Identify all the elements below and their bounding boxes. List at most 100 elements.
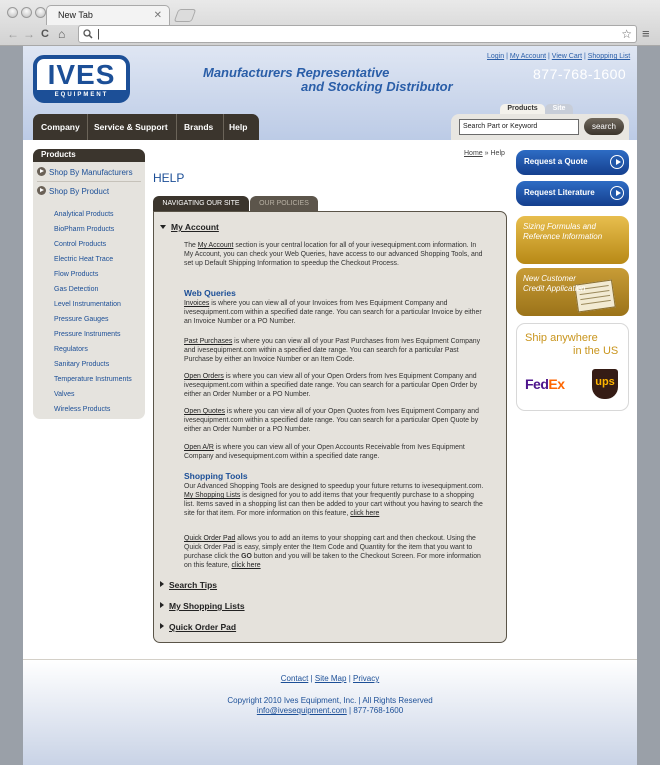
arrow-circle-icon [37,186,46,195]
section-search-tips-heading: Search Tips [169,580,218,590]
request-quote-button[interactable]: Request a Quote [516,150,629,175]
sidebar-item-sanitary[interactable]: Sanitary Products [54,357,144,372]
sidebar-title: Products [33,149,145,162]
past-purchases-link[interactable]: Past Purchases [184,338,232,345]
quick-order-click-here-link[interactable]: click here [232,562,261,569]
nav-divider [176,114,177,140]
request-literature-button[interactable]: Request Literature [516,181,629,206]
sidebar-item-heat-trace[interactable]: Electric Heat Trace [54,252,144,267]
browser-chrome: New Tab ✕ ← → C ⌂ | ☆ ≡ [0,0,660,46]
shopping-lists-click-here-link[interactable]: click here [350,510,379,517]
section-my-account-toggle[interactable]: My Account [160,222,219,232]
shopping-tools-heading: Shopping Tools [184,471,248,481]
ship-line1: Ship anywhere [525,332,598,344]
my-account-inline-link[interactable]: My Account [198,242,234,249]
footer-sep: | [348,674,351,683]
sidebar-item-wireless[interactable]: Wireless Products [54,402,144,417]
footer-privacy-link[interactable]: Privacy [353,674,379,683]
shopping-list-link[interactable]: Shopping List [588,53,630,60]
home-icon[interactable]: ⌂ [58,27,65,41]
nav-service-support[interactable]: Service & Support [94,122,168,132]
go-text: GO [241,553,252,560]
sidebar-item-level[interactable]: Level Instrumentation [54,297,144,312]
sidebar-item-pressure-instruments[interactable]: Pressure Instruments [54,327,144,342]
breadcrumb-home[interactable]: Home [464,150,483,157]
section-quick-order-pad-toggle[interactable]: Quick Order Pad [160,622,236,632]
section-search-tips-toggle[interactable]: Search Tips [160,580,217,590]
link-separator: | [548,53,550,60]
past-purchases-paragraph: Past Purchases is where you can view all… [184,337,484,364]
my-account-link[interactable]: My Account [510,53,546,60]
footer-contact-line: info@ivesequipment.com | 877-768-1600 [23,706,637,715]
sidebar-item-regulators[interactable]: Regulators [54,342,144,357]
browser-tab[interactable]: New Tab ✕ [46,5,170,25]
footer-site-map-link[interactable]: Site Map [315,674,347,683]
my-shopping-lists-link[interactable]: My Shopping Lists [184,492,240,499]
reload-icon[interactable]: C [41,27,49,41]
text-run: is where you can view all of your Open A… [184,444,465,460]
triangle-right-icon [160,602,164,608]
tab-our-policies[interactable]: OUR POLICIES [250,196,318,211]
tab-close-icon[interactable]: ✕ [154,10,162,21]
shop-by-manufacturers-link[interactable]: Shop By Manufacturers [37,167,133,177]
sidebar-item-valves[interactable]: Valves [54,387,144,402]
quick-order-pad-paragraph: Quick Order Pad allows you to add an ite… [184,534,484,570]
menu-icon[interactable]: ≡ [642,26,650,41]
footer-contact-link[interactable]: Contact [281,674,309,683]
link-separator: | [583,53,586,60]
sidebar-item-gas-detection[interactable]: Gas Detection [54,282,144,297]
request-quote-label: Request a Quote [524,157,588,166]
login-link[interactable]: Login [487,53,504,60]
sidebar-item-analytical[interactable]: Analytical Products [54,207,144,222]
window-minimize-button[interactable] [21,7,32,18]
tab-navigating-our-site[interactable]: NAVIGATING OUR SITE [153,196,249,211]
nav-company[interactable]: Company [41,122,80,132]
search-button[interactable]: search [584,118,624,135]
quick-order-pad-link[interactable]: Quick Order Pad [184,535,235,542]
address-bar[interactable]: | ☆ [78,25,637,43]
sidebar-item-pressure-gauges[interactable]: Pressure Gauges [54,312,144,327]
section-my-shopping-lists-toggle[interactable]: My Shopping Lists [160,601,245,611]
back-icon[interactable]: ← [7,27,19,41]
section-quick-order-pad-heading: Quick Order Pad [169,622,237,632]
search-bar: Search Part or Keyword search [451,114,629,140]
search-input[interactable]: Search Part or Keyword [459,119,579,135]
credit-application-banner[interactable]: New Customer Credit Application [516,268,629,316]
sizing-formulas-banner[interactable]: Sizing Formulas and Reference Informatio… [516,216,629,264]
sidebar-divider [37,181,141,182]
sidebar-item-biopharm[interactable]: BioPharm Products [54,222,144,237]
open-ar-link[interactable]: Open A/R [184,444,214,451]
help-content-panel: My Account The My Account section is you… [153,211,507,643]
new-tab-button[interactable] [173,9,197,22]
breadcrumb-current: Help [490,150,505,157]
footer-email-link[interactable]: info@ivesequipment.com [257,706,347,715]
section-my-shopping-lists-heading: My Shopping Lists [169,601,245,611]
open-quotes-link[interactable]: Open Quotes [184,408,225,415]
footer-copyright: Copyright 2010 Ives Equipment, Inc. | Al… [227,696,433,705]
fedex-ex: Ex [548,376,565,392]
nav-divider [87,114,88,140]
bookmark-star-icon[interactable]: ☆ [621,27,632,41]
web-queries-heading: Web Queries [184,288,236,298]
sidebar-item-flow[interactable]: Flow Products [54,267,144,282]
address-value: | [97,28,100,40]
text-run: is where you can view all of your Open Q… [184,408,479,433]
window-zoom-button[interactable] [35,7,46,18]
sidebar-item-temperature[interactable]: Temperature Instruments [54,372,144,387]
window-close-button[interactable] [7,7,18,18]
footer-sep: | [310,674,313,683]
nav-brands[interactable]: Brands [184,122,213,132]
view-cart-link[interactable]: View Cart [552,53,582,60]
shipping-banner: Ship anywhere in the US FedEx ups [516,323,629,411]
text-run: is where you can view all of your Invoic… [184,300,482,325]
ives-logo[interactable]: IVES EQUIPMENT [33,55,130,103]
main-nav: Company Service & Support Brands Help [33,114,259,140]
nav-help[interactable]: Help [229,122,247,132]
open-orders-link[interactable]: Open Orders [184,373,224,380]
request-literature-label: Request Literature [524,188,595,197]
breadcrumb: Home » Help [464,150,505,157]
invoices-link[interactable]: Invoices [184,300,209,307]
sidebar-item-control[interactable]: Control Products [54,237,144,252]
shop-by-product-link[interactable]: Shop By Product [37,186,109,196]
forward-icon[interactable]: → [23,27,35,41]
